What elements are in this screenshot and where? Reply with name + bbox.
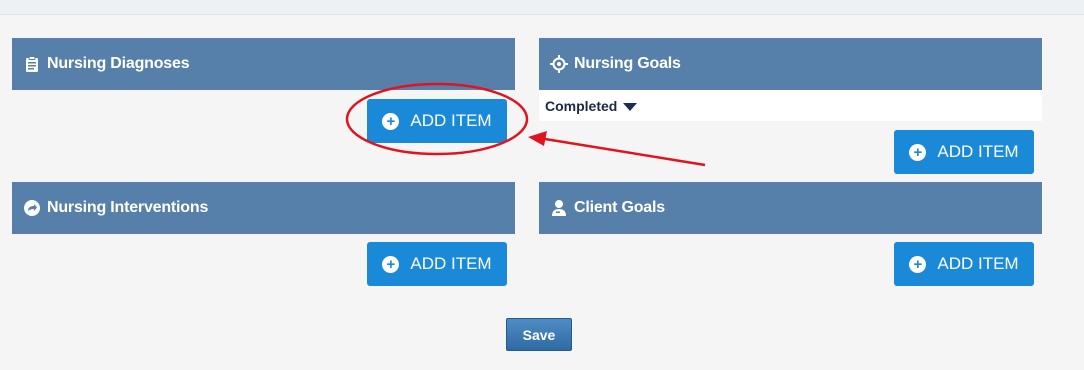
add-button-label: ADD ITEM (410, 111, 492, 130)
save-button[interactable]: Save (506, 318, 572, 351)
nursing-diagnoses-header: Nursing Diagnoses (12, 38, 515, 90)
status-value: Completed (545, 97, 618, 114)
plus-icon: + (382, 112, 400, 130)
nursing-interventions-header: Nursing Interventions (12, 182, 515, 234)
nursing-interventions-add-button[interactable]: + ADD ITEM (367, 242, 507, 286)
arrow-circle-icon (22, 198, 42, 218)
add-button-label: ADD ITEM (937, 254, 1019, 273)
panel-title: Nursing Interventions (47, 199, 209, 216)
plus-icon: + (909, 255, 927, 273)
nursing-goals-header: Nursing Goals (539, 38, 1042, 90)
clipboard-icon (22, 54, 42, 74)
nursing-diagnoses-add-button[interactable]: + ADD ITEM (367, 99, 507, 143)
add-button-label: ADD ITEM (937, 142, 1019, 161)
annotation-arrow-line (544, 137, 706, 167)
plus-icon: + (382, 255, 400, 273)
annotation-arrowhead (528, 131, 547, 146)
panel-title: Client Goals (574, 199, 665, 216)
plus-icon: + (909, 143, 927, 161)
caret-down-icon (623, 102, 638, 111)
panel-title: Nursing Goals (574, 55, 681, 72)
user-icon (549, 198, 569, 218)
nursing-goals-add-button[interactable]: + ADD ITEM (894, 130, 1034, 174)
client-goals-header: Client Goals (539, 182, 1042, 234)
add-button-label: ADD ITEM (410, 254, 492, 273)
status-dropdown[interactable]: Completed (539, 90, 1042, 121)
top-bar (0, 0, 1084, 15)
client-goals-add-button[interactable]: + ADD ITEM (894, 242, 1034, 286)
panel-title: Nursing Diagnoses (47, 55, 190, 72)
target-icon (549, 54, 569, 74)
